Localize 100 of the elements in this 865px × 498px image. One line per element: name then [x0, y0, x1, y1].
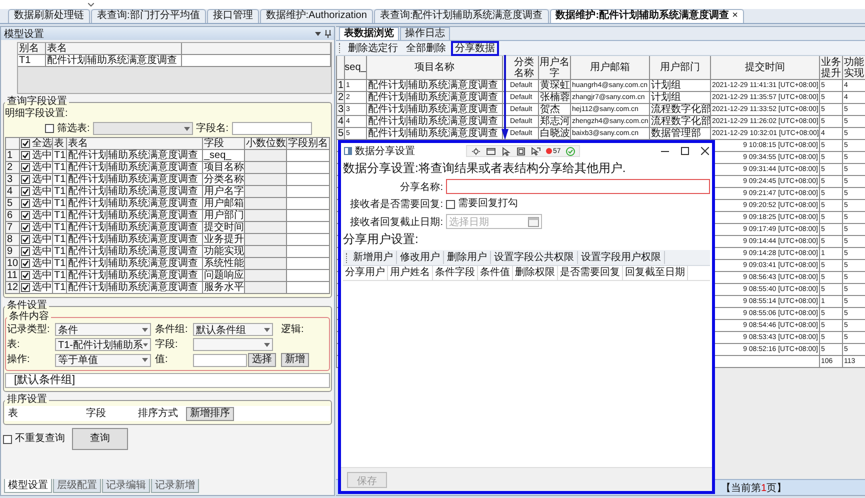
- close-button[interactable]: ×: [732, 10, 738, 23]
- check-label: 选中: [32, 174, 52, 185]
- cursor-icon[interactable]: [501, 146, 511, 156]
- pin-icon[interactable]: [325, 30, 331, 38]
- operator-dropdown[interactable]: 等于单值: [55, 354, 151, 366]
- condition-group-item[interactable]: [默认条件组]: [5, 373, 330, 388]
- column-header: 字段: [86, 408, 107, 420]
- share-name-input[interactable]: [446, 179, 710, 194]
- checkbox-label: 需要回复打勾: [458, 198, 518, 210]
- column-header: 用户部门: [650, 56, 711, 80]
- panel-tab[interactable]: 模型设置: [4, 479, 52, 493]
- checkbox[interactable]: [21, 151, 30, 160]
- row-number: 8: [6, 234, 20, 246]
- toolbar-button[interactable]: 新增用户: [350, 251, 397, 264]
- column-header: 用户名字: [539, 56, 571, 80]
- document-tab[interactable]: 表查询:部门打分平均值: [91, 9, 206, 23]
- dialog-heading: 数据分享设置:将查询结果或者表结构分享给其他用户.: [343, 161, 627, 176]
- caret-icon: [143, 342, 148, 346]
- group-title: 排序设置: [6, 395, 48, 405]
- table-dropdown[interactable]: T1-配件计划辅助系: [55, 338, 151, 351]
- table-cell: T1: [18, 55, 46, 67]
- distinct-label: 不重复查询: [15, 433, 65, 445]
- query-button[interactable]: 查询: [72, 428, 128, 450]
- record-type-dropdown[interactable]: 条件: [55, 323, 151, 336]
- checkbox[interactable]: [21, 283, 30, 292]
- logic-label: 逻辑:: [281, 324, 305, 336]
- app-icon: [344, 147, 352, 155]
- column-header: 条件值: [478, 266, 513, 280]
- panel-tab[interactable]: 层级配置: [53, 479, 101, 493]
- document-tab[interactable]: 数据维护:Authorization: [260, 9, 373, 23]
- checkbox[interactable]: [446, 200, 455, 208]
- toolbar-button[interactable]: 删除用户: [444, 251, 491, 264]
- field-dropdown[interactable]: [193, 338, 273, 351]
- toolbar-button[interactable]: 设置字段公共权限: [491, 251, 578, 264]
- checkbox[interactable]: [21, 187, 30, 196]
- table-cell: 郑志河: [539, 116, 571, 128]
- toolbar-button[interactable]: 删除选定行: [345, 40, 401, 56]
- window-icon[interactable]: [486, 146, 496, 156]
- row-number: 3: [6, 174, 20, 186]
- close-icon[interactable]: [701, 147, 709, 155]
- chevron-icon[interactable]: [88, 2, 94, 6]
- column-header: 表名: [67, 138, 203, 150]
- table-cell: [287, 258, 330, 270]
- row-number: 5: [337, 128, 345, 140]
- value-input[interactable]: [193, 354, 247, 366]
- maximize-icon[interactable]: [681, 147, 689, 155]
- dropdown-icon[interactable]: [315, 32, 321, 36]
- table-cell: [245, 246, 287, 258]
- add-sort-button[interactable]: 新增排序: [186, 406, 234, 420]
- row-number: 2: [6, 162, 20, 174]
- group-title: 查询字段设置: [6, 97, 68, 107]
- view-tab[interactable]: 表数据浏览: [339, 27, 399, 40]
- table-label: 表:: [7, 338, 21, 350]
- checkbox[interactable]: [21, 259, 30, 268]
- table-cell: 贺杰: [539, 104, 571, 116]
- check-label: 选中: [32, 282, 52, 293]
- table-cell: T1: [53, 210, 67, 222]
- row-number: 5: [6, 198, 20, 210]
- checkbox[interactable]: [21, 235, 30, 244]
- toolbar-button[interactable]: 设置字段用户权限: [578, 251, 665, 264]
- checkbox[interactable]: [3, 434, 12, 444]
- view-tab[interactable]: 操作日志: [400, 27, 450, 40]
- pointer-icon[interactable]: [531, 146, 541, 156]
- checkbox[interactable]: [45, 124, 54, 133]
- document-tab[interactable]: 数据刷新处理链: [8, 9, 90, 23]
- table-cell: [245, 186, 287, 198]
- column-header: 表: [8, 408, 19, 420]
- table-cell: [287, 234, 330, 246]
- toolbar-button[interactable]: 分享数据: [451, 40, 499, 56]
- checkbox[interactable]: [21, 175, 30, 184]
- group-title: 条件内容: [8, 312, 50, 322]
- checkbox[interactable]: [21, 211, 30, 220]
- checkbox[interactable]: [21, 247, 30, 256]
- field-label: 接收者回复截止日期:: [349, 216, 443, 228]
- field-label: 分享名称:: [399, 180, 443, 194]
- group-title: 条件设置: [6, 301, 47, 311]
- checkbox[interactable]: [21, 271, 30, 280]
- field-name-input[interactable]: [232, 122, 312, 135]
- toolbar-button[interactable]: 全部删除: [403, 40, 449, 56]
- add-button[interactable]: 新增: [281, 353, 309, 367]
- document-tab[interactable]: 表查询:配件计划辅助系统满意度调查: [374, 9, 549, 23]
- pick-button[interactable]: 选择: [248, 353, 276, 367]
- checkbox[interactable]: [21, 223, 30, 232]
- table-cell: T1: [53, 270, 67, 282]
- panel-tab[interactable]: 记录新增: [151, 479, 199, 493]
- panel-tab[interactable]: 记录编辑: [102, 479, 150, 493]
- calendar-icon[interactable]: [528, 216, 539, 226]
- check-circle-icon[interactable]: [566, 146, 575, 156]
- document-tab[interactable]: 数据维护:配件计划辅助系统满意度调查 ×: [550, 9, 744, 23]
- minimize-icon[interactable]: [661, 150, 669, 152]
- column-header: 项目名称: [367, 56, 503, 80]
- check-label: 选中: [32, 150, 52, 161]
- document-tab[interactable]: 接口管理: [206, 9, 259, 23]
- gear-icon[interactable]: [471, 146, 481, 156]
- toolbar-button[interactable]: 修改用户: [397, 251, 444, 264]
- table-cell: [245, 210, 287, 222]
- checkbox[interactable]: [21, 199, 30, 208]
- checkbox[interactable]: [21, 163, 30, 172]
- condition-group-dropdown[interactable]: 默认条件组: [193, 323, 273, 336]
- checkbox[interactable]: [21, 139, 30, 148]
